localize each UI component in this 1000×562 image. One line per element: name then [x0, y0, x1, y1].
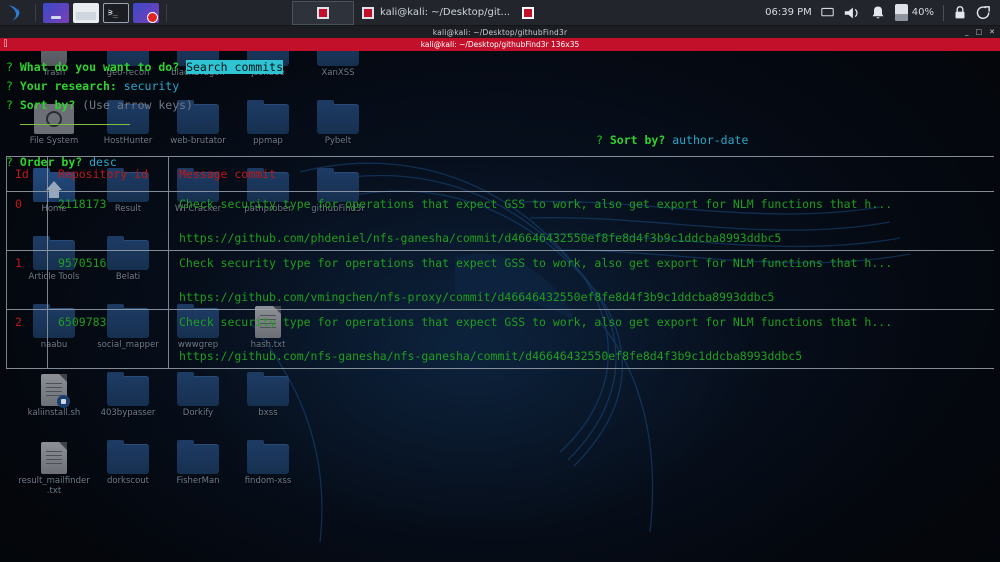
system-tray: 06:39 PM 40% — [765, 4, 1000, 21]
row-repository-cell: 2118173 — [48, 192, 168, 250]
prompt-sortby-label: Sort by? — [19, 98, 76, 112]
terminal-window-icon — [317, 6, 329, 19]
prompt-marker-2: ? — [6, 79, 13, 93]
row-url[interactable]: https://github.com/nfs-ganesha/nfs-ganes… — [179, 344, 994, 368]
row-repository-cell: 6509783 — [48, 310, 168, 368]
lock-icon[interactable] — [953, 5, 967, 20]
taskbar: >_ kali@kali: ~/Desktop/git... 06:39 PM — [0, 0, 1000, 26]
row-id-cell: 2 — [7, 310, 47, 368]
screen-recorder-icon[interactable] — [133, 2, 159, 23]
terminal-outer-titlebar[interactable]: kali@kali: ~/Desktop/githubFind3r _ □ ✕ — [0, 26, 1000, 38]
window-buttons: _ □ ✕ — [965, 26, 995, 38]
results-table: Id Repository id Message commit 0 2118173… — [6, 156, 994, 369]
volume-icon[interactable] — [843, 5, 861, 21]
taskbar-window-title: kali@kali: ~/Desktop/git... — [380, 7, 511, 18]
bell-icon[interactable] — [870, 5, 886, 21]
maximize-button[interactable]: □ — [976, 28, 983, 36]
prompt-right-sortby: ? Sort by? author-date — [596, 131, 748, 150]
row-url[interactable]: https://github.com/phdeniel/nfs-ganesha/… — [179, 226, 994, 250]
row-id: 0 — [15, 197, 22, 211]
prompt-marker-3: ? — [6, 98, 13, 112]
row-id-cell: 0 — [7, 192, 47, 250]
terminal-inner-titlebar[interactable]: ⌷ kali@kali: ~/Desktop/githubFind3r 136x… — [0, 38, 1000, 51]
prompt-sortby-line: ? Sort by? (Use arrow keys) — [6, 96, 1000, 115]
prompt-marker-5: ? — [596, 133, 603, 147]
prompt-research-value[interactable]: security — [124, 79, 179, 93]
table-row-rule — [6, 368, 994, 369]
prompt-blank-row — [6, 134, 1000, 153]
file-manager-icon[interactable] — [73, 2, 99, 23]
prompt-underline-row — [6, 115, 1000, 134]
taskbar-window-extra[interactable] — [518, 1, 538, 25]
close-button[interactable]: ✕ — [989, 28, 995, 36]
header-repository-label: Repository id — [58, 167, 149, 181]
battery-icon — [894, 4, 908, 21]
kali-dragon-icon[interactable] — [0, 0, 30, 26]
header-id-label: Id — [15, 167, 29, 181]
terminal-tab-indicator: ⌷ — [3, 39, 8, 48]
taskbar-window-terminal[interactable]: kali@kali: ~/Desktop/git... — [354, 1, 518, 25]
table-header-message: Message commit — [169, 167, 994, 181]
table-row[interactable]: 0 2118173 Check security type for operatio… — [6, 192, 994, 251]
table-header-id: Id — [7, 167, 47, 181]
table-row[interactable]: 2 6509783 Check security type for operatio… — [6, 310, 994, 369]
taskbar-separator — [35, 3, 36, 22]
tray-divider — [943, 4, 944, 21]
table-rows: 0 2118173 Check security type for operatio… — [6, 192, 994, 369]
terminal-window-icon-2 — [362, 6, 374, 19]
table-row[interactable]: 1 9570516 Check security type for operatio… — [6, 251, 994, 310]
row-message: Check security type for operations that … — [179, 315, 893, 329]
row-message-cell: Check security type for operations that … — [169, 192, 994, 250]
header-message-label: Message commit — [179, 167, 276, 181]
table-header-repository: Repository id — [48, 167, 168, 181]
prompt-what-line: ? What do you want to do? Search commits — [6, 58, 1000, 77]
battery-status[interactable]: 40% — [894, 4, 934, 21]
row-message: Check security type for operations that … — [179, 256, 893, 270]
prompt-marker-1: ? — [6, 60, 13, 74]
row-url[interactable]: https://github.com/vmingchen/nfs-proxy/c… — [179, 285, 994, 309]
taskbar-separator-2 — [166, 3, 167, 22]
prompt-what-label: What do you want to do? — [19, 60, 180, 74]
logout-icon[interactable] — [976, 5, 992, 20]
screen: Trashgeo-reconblackDragonjsonbeeXanXSSFi… — [0, 0, 1000, 562]
row-message-cell: Check security type for operations that … — [169, 310, 994, 368]
row-id: 1 — [15, 256, 22, 270]
prompt-research-label: Your research: — [19, 79, 117, 93]
row-message: Check security type for operations that … — [179, 197, 893, 211]
battery-label: 40% — [911, 7, 934, 18]
table-header-row: Id Repository id Message commit — [6, 157, 994, 191]
prompt-right-sortby-label: Sort by? — [609, 133, 666, 147]
prompt-sortby-hint: (Use arrow keys) — [82, 98, 193, 112]
row-repository-id: 6509783 — [58, 315, 107, 329]
terminal-window: kali@kali: ~/Desktop/githubFind3r _ □ ✕ … — [0, 26, 1000, 562]
row-repository-cell: 9570516 — [48, 251, 168, 309]
minimize-button[interactable]: _ — [965, 28, 969, 36]
terminal-window-icon-3 — [522, 6, 535, 19]
prompt-right-sortby-value: author-date — [672, 133, 749, 147]
taskbar-clock[interactable]: 06:39 PM — [765, 7, 812, 18]
terminal-outer-title: kali@kali: ~/Desktop/githubFind3r — [432, 27, 568, 37]
row-repository-id: 9570516 — [58, 256, 107, 270]
prompt-research-line: ? Your research: security — [6, 77, 1000, 96]
selection-underline — [19, 124, 130, 125]
prompt-what-value[interactable]: Search commits — [186, 60, 283, 74]
display-icon[interactable] — [821, 6, 834, 19]
app-launcher-icon[interactable] — [43, 2, 69, 23]
taskbar-window-minimized[interactable] — [292, 0, 354, 25]
row-repository-id: 2118173 — [58, 197, 107, 211]
terminal-inner-title: kali@kali: ~/Desktop/githubFind3r 136x35 — [420, 40, 580, 49]
row-message-cell: Check security type for operations that … — [169, 251, 994, 309]
row-id: 2 — [15, 315, 22, 329]
row-id-cell: 1 — [7, 251, 47, 309]
terminal-icon[interactable]: >_ — [103, 2, 129, 23]
